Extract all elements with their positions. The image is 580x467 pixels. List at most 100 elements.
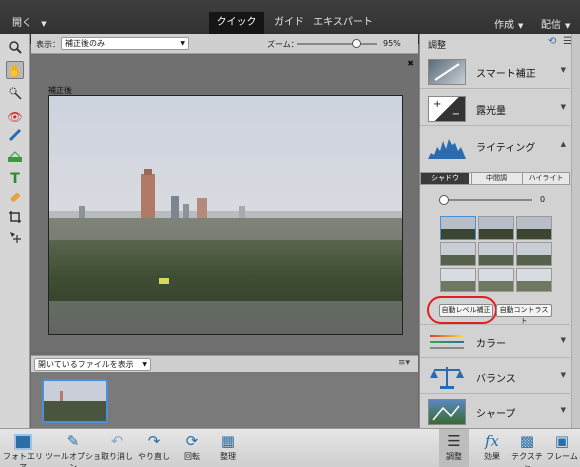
texture-icon: ▩ — [519, 432, 535, 450]
crop-tool-icon[interactable] — [6, 210, 24, 228]
undo-button[interactable]: ↶ 取り消し — [101, 429, 133, 467]
bin-menu-icon[interactable]: ≡▾ — [398, 358, 410, 368]
chevron-down-icon: ▼ — [518, 22, 524, 30]
section-balance[interactable]: バランス ▼ — [420, 360, 570, 394]
adjust-button[interactable]: ☰ 調整 — [439, 429, 469, 467]
subtab-midtones[interactable]: 中間調 — [471, 173, 521, 184]
whiten-teeth-tool-icon[interactable] — [6, 128, 24, 146]
hand-tool-icon[interactable]: ✋ — [6, 61, 24, 79]
view-label: 表示： — [36, 40, 60, 49]
lighting-preset-thumbnail[interactable] — [516, 242, 552, 266]
share-label: 配信 — [541, 20, 561, 31]
lighting-preset-thumbnail[interactable] — [440, 216, 476, 240]
auto-contrast-button[interactable]: 自動コントラスト — [496, 304, 552, 325]
undo-label: 取り消し — [101, 452, 133, 461]
zoom-tool-icon[interactable] — [6, 40, 24, 58]
undo-icon: ↶ — [110, 432, 124, 450]
fx-icon: fx — [484, 432, 499, 450]
auto-levels-label: 自動レベル補正 — [441, 306, 491, 314]
zoom-slider-track[interactable] — [297, 43, 377, 45]
photo-bin-bar: 開いているファイルを表示 ▼ ≡▾ — [31, 355, 418, 372]
tool-options-label: ツールオプション — [45, 452, 101, 467]
organizer-button[interactable]: ▦ 整理 — [212, 429, 244, 467]
toolbox: ✋ 👁 T — [0, 34, 30, 428]
subtab-shadows[interactable]: シャドウ — [421, 173, 469, 184]
frame-icon: ▣ — [554, 432, 570, 450]
red-eye-tool-icon[interactable]: 👁 — [6, 108, 24, 126]
section-sharpen[interactable]: シャープ ▼ — [420, 395, 570, 429]
zoom-slider-handle[interactable] — [352, 39, 361, 48]
lighting-preset-thumbnail[interactable] — [516, 268, 552, 292]
chevron-down-icon: ▼ — [560, 371, 566, 379]
options-bar: 表示： 補正後のみ ▼ ズーム： 95% — [31, 34, 418, 54]
bin-source-value: 開いているファイルを表示 — [38, 360, 134, 369]
view-select[interactable]: 補正後のみ ▼ — [61, 37, 189, 50]
panel-title: 調整 — [428, 41, 447, 51]
type-tool-icon[interactable]: T — [6, 170, 24, 188]
bin-source-select[interactable]: 開いているファイルを表示 ▼ — [34, 358, 151, 371]
section-color-label: カラー — [476, 339, 506, 350]
rotate-button[interactable]: ⟳ 回転 — [176, 429, 208, 467]
close-image-icon[interactable]: ✖ — [407, 59, 414, 68]
subtab-shadows-label: シャドウ — [431, 174, 459, 182]
chevron-down-icon: ▼ — [565, 22, 571, 30]
section-exposure[interactable]: + − 露光量 ▼ — [420, 92, 570, 126]
tab-guided-label: ガイド — [274, 17, 304, 28]
color-sliders-icon — [428, 329, 466, 355]
shadows-slider-handle[interactable] — [439, 195, 449, 205]
effects-button[interactable]: fx 効果 — [477, 429, 507, 467]
chevron-down-icon: ▼ — [560, 66, 566, 74]
lighting-preset-thumbnail[interactable] — [478, 216, 514, 240]
auto-levels-button[interactable]: 自動レベル補正 — [439, 304, 493, 317]
create-menu-button[interactable]: 作成 ▼ — [494, 16, 523, 31]
tool-options-button[interactable]: ✎ ツールオプション — [44, 429, 102, 467]
shadows-slider-track[interactable] — [444, 199, 532, 201]
section-exposure-label: 露光量 — [476, 106, 506, 117]
tab-expert-label: エキスパート — [313, 17, 373, 28]
organizer-icon: ▦ — [220, 432, 236, 450]
photo-bin-label: フォトエリア — [3, 452, 43, 467]
section-sharpen-label: シャープ — [476, 409, 516, 420]
section-lighting-label: ライティング — [476, 143, 536, 154]
tab-quick[interactable]: クイック — [209, 12, 264, 34]
open-label: 開く — [12, 18, 32, 29]
texture-label: テクスチャ — [511, 452, 543, 467]
chevron-down-icon: ▼ — [180, 40, 185, 47]
rotate-label: 回転 — [184, 452, 200, 461]
bottom-bar: フォトエリア ✎ ツールオプション ↶ 取り消し ↷ やり直し ⟳ 回転 ▦ 整… — [0, 428, 580, 467]
lighting-preset-thumbnail[interactable] — [440, 242, 476, 266]
lighting-preset-thumbnail[interactable] — [478, 268, 514, 292]
reset-panel-icon[interactable]: ⟲ — [548, 36, 556, 47]
tab-guided[interactable]: ガイド — [268, 12, 310, 34]
create-label: 作成 — [494, 20, 514, 31]
adjust-icon: ☰ — [447, 432, 461, 450]
redo-button[interactable]: ↷ やり直し — [138, 429, 170, 467]
lighting-preset-thumbnail[interactable] — [440, 268, 476, 292]
section-color[interactable]: カラー ▼ — [420, 324, 570, 358]
open-menu-button[interactable]: 開く ▼ — [12, 14, 47, 29]
section-smart-fix[interactable]: スマート補正 ▼ — [420, 55, 570, 89]
lighting-preset-thumbnail[interactable] — [478, 242, 514, 266]
lighting-preset-thumbnail[interactable] — [516, 216, 552, 240]
organizer-label: 整理 — [220, 452, 236, 461]
quick-selection-tool-icon[interactable] — [6, 86, 24, 104]
straighten-tool-icon[interactable] — [6, 150, 24, 168]
subtab-highlights[interactable]: ハイライト — [522, 173, 569, 184]
frame-button[interactable]: ▣ フレーム — [546, 429, 578, 467]
effects-label: 効果 — [484, 452, 500, 461]
share-menu-button[interactable]: 配信 ▼ — [541, 16, 570, 31]
panel-scrollbar[interactable] — [571, 34, 580, 428]
move-tool-icon[interactable] — [6, 230, 24, 248]
exposure-icon: + − — [428, 96, 466, 122]
bin-thumbnail[interactable] — [42, 379, 108, 423]
tab-expert[interactable]: エキスパート — [312, 12, 374, 34]
chevron-down-icon: ▼ — [560, 103, 566, 111]
section-lighting[interactable]: ライティング ▲ — [420, 129, 570, 163]
frame-label: フレーム — [546, 452, 578, 461]
photo-preview — [48, 95, 403, 335]
photo-bin-button[interactable]: フォトエリア — [2, 429, 44, 467]
section-smart-fix-label: スマート補正 — [476, 69, 536, 80]
shadows-slider-value: 0 — [540, 195, 546, 204]
texture-button[interactable]: ▩ テクスチャ — [508, 429, 546, 467]
spot-healing-brush-icon[interactable] — [6, 190, 24, 208]
